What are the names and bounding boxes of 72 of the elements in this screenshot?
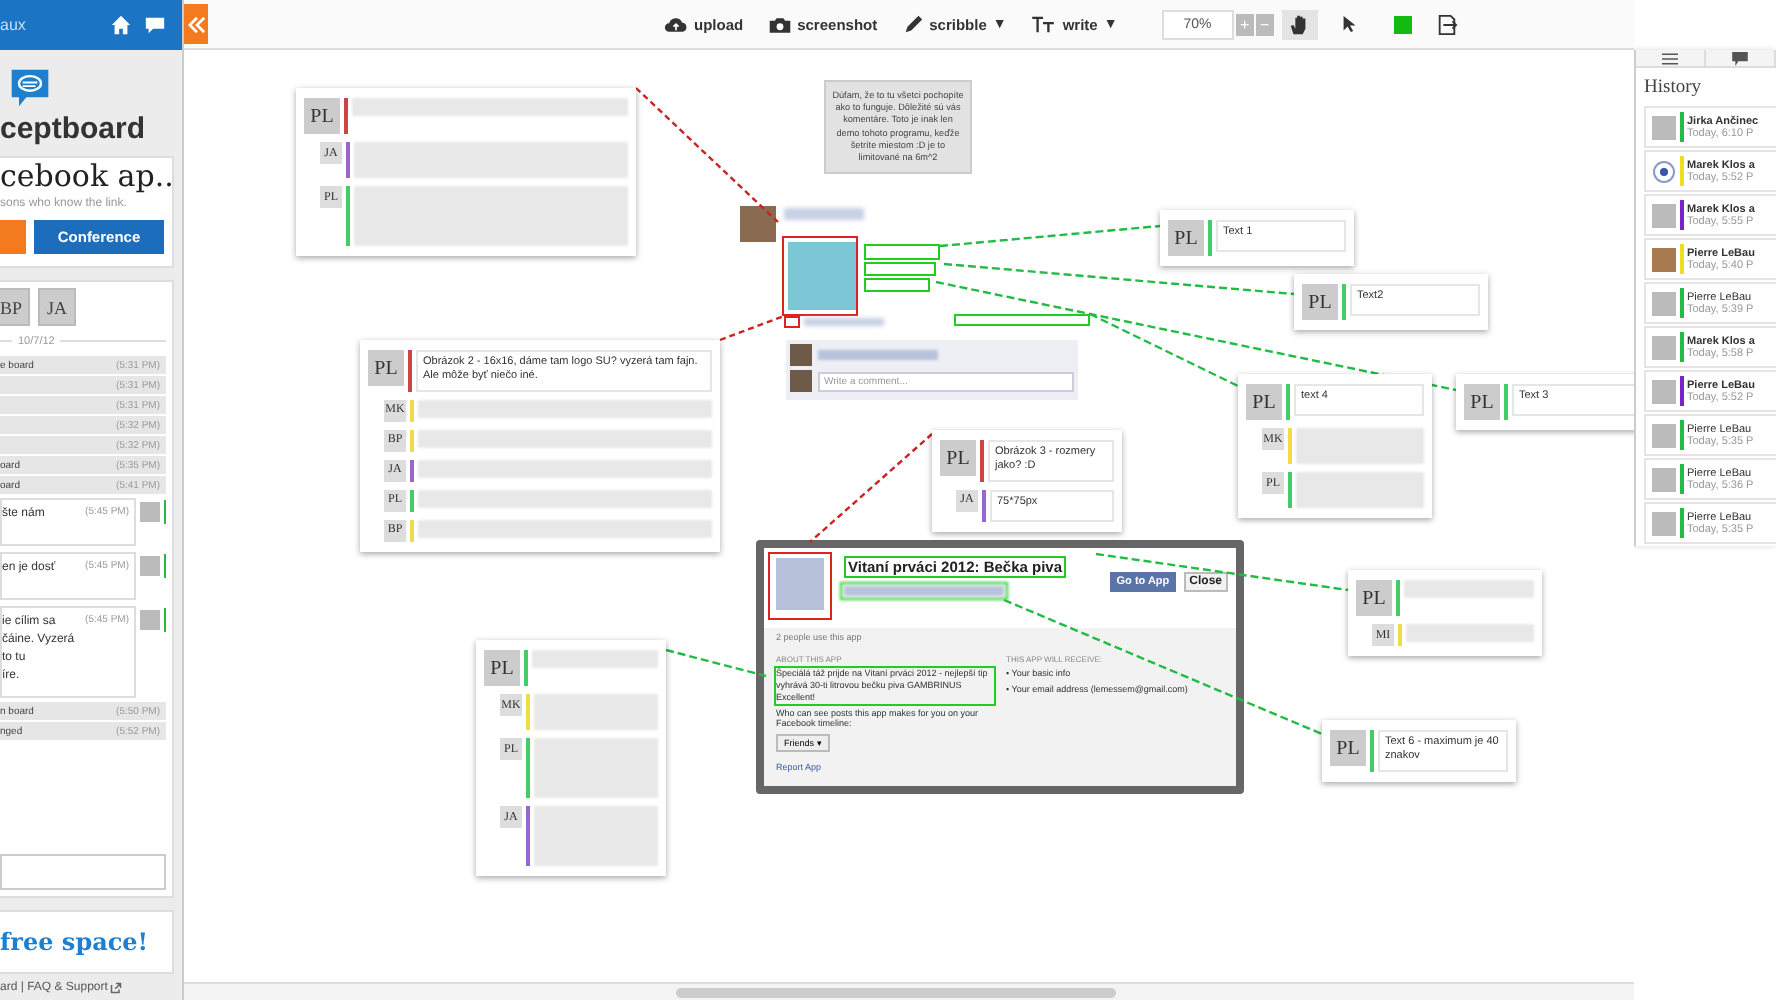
pan-tool-button[interactable] [1281, 9, 1318, 39]
avatar-placeholder [139, 610, 159, 630]
user-initials-avatar: PL [368, 350, 404, 386]
participant-avatar[interactable]: BP [0, 288, 30, 326]
blurred-text [1405, 624, 1534, 642]
history-title: History [1642, 76, 1703, 102]
logo-text: ceptboard [0, 112, 146, 146]
blurred-text [533, 806, 658, 866]
cloud-upload-icon [664, 15, 688, 33]
thumbnail-placeholder [1652, 203, 1676, 227]
thumbnail-placeholder [1652, 115, 1676, 139]
avatar-placeholder [139, 556, 159, 576]
thumbnail-placeholder [1652, 511, 1676, 535]
connector-line [635, 87, 779, 223]
participant-avatar[interactable]: JA [38, 288, 76, 326]
circle-icon [1652, 159, 1676, 183]
thumbnail-placeholder [1652, 291, 1676, 315]
blurred-text [533, 738, 658, 798]
connector-line [665, 648, 767, 678]
blurred-text [818, 350, 938, 360]
pen-icon [901, 13, 924, 35]
free-space-banner[interactable]: free space! [0, 910, 174, 974]
list-icon [1662, 51, 1678, 65]
camera-icon [767, 15, 792, 33]
blurred-text [1295, 472, 1424, 508]
blurred-text [533, 694, 658, 730]
user-initials-avatar: PL [940, 440, 976, 476]
board-title: cebook ap.. [0, 158, 174, 194]
external-link-icon [109, 982, 122, 994]
chat-icon[interactable] [144, 14, 166, 36]
color-swatch[interactable] [1393, 15, 1412, 33]
export-icon[interactable] [1435, 13, 1458, 35]
list-tab[interactable] [1636, 50, 1706, 66]
blurred-text [531, 650, 658, 668]
cursor-icon[interactable] [1341, 14, 1358, 34]
comment-input[interactable] [0, 854, 166, 890]
chat-icon [1732, 51, 1748, 65]
highlight-frame [768, 552, 832, 620]
user-initials-avatar: PL [1246, 384, 1282, 420]
thumbnail-placeholder [1652, 379, 1676, 403]
photo-placeholder [790, 370, 812, 392]
user-initials-avatar: PL [484, 650, 520, 686]
photo-placeholder [1652, 247, 1676, 271]
connector-line [719, 314, 785, 342]
thumbnail-placeholder [1652, 335, 1676, 359]
user-initials-avatar: PL [1464, 384, 1500, 420]
highlight-frame [954, 314, 1090, 326]
chat-tab[interactable] [1706, 50, 1776, 66]
blurred-text [784, 208, 864, 220]
user-initials-avatar: PL [1302, 284, 1338, 320]
app-logo-placeholder [776, 558, 824, 610]
home-icon[interactable] [110, 14, 132, 36]
collapse-button[interactable] [184, 4, 208, 44]
text-tool-icon [1030, 15, 1057, 33]
photo-placeholder [740, 206, 776, 242]
free-space-text: free space! [0, 928, 149, 956]
blurred-text [804, 318, 884, 326]
user-initials-avatar: PL [1330, 730, 1366, 766]
thumbnail-placeholder [1652, 423, 1676, 447]
user-initials-avatar: PL [1168, 220, 1204, 256]
hand-icon [1288, 13, 1311, 35]
connector-line [809, 433, 933, 543]
avatar-placeholder [139, 502, 159, 522]
photo-placeholder [790, 344, 812, 366]
speech-bubble-logo-icon [8, 66, 52, 110]
scrollbar-thumb[interactable] [676, 987, 1116, 997]
user-initials-avatar: PL [304, 98, 340, 134]
blurred-text [1295, 428, 1424, 464]
header-title: aux [0, 16, 28, 34]
thumbnail-placeholder [1652, 467, 1676, 491]
blurred-text [1403, 580, 1534, 598]
user-initials-avatar: PL [1356, 580, 1392, 616]
